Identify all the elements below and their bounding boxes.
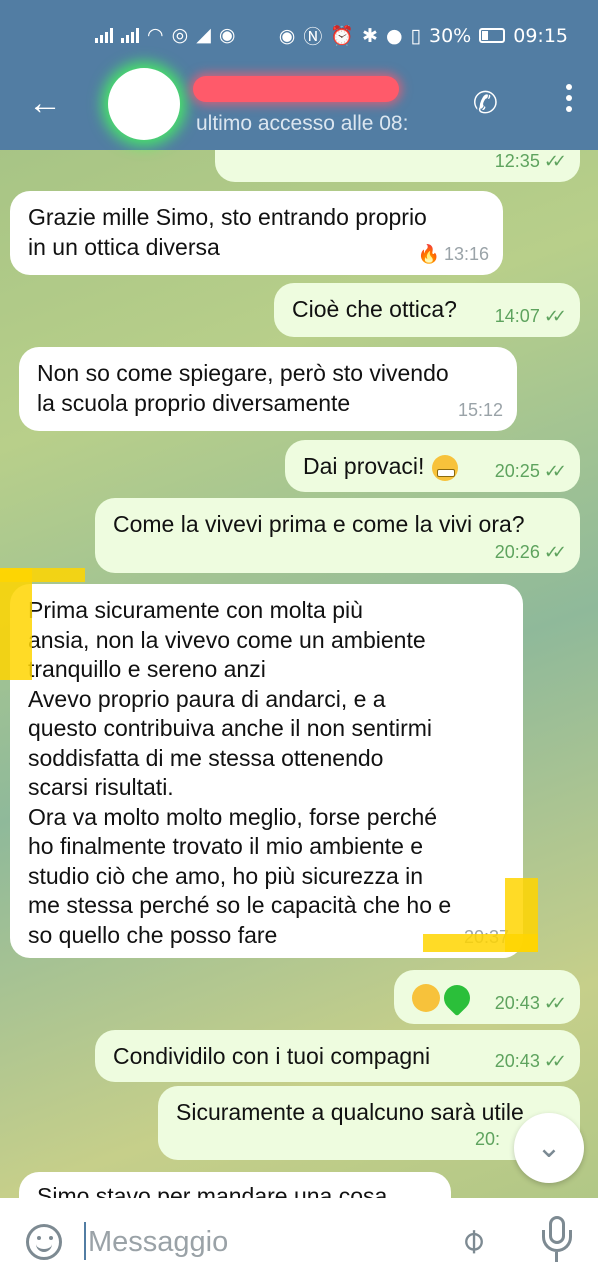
message-composer: ⌀ — [0, 1198, 598, 1280]
telegram-icon: ◢ — [196, 24, 211, 46]
signal-icon — [95, 27, 113, 43]
message-list[interactable]: 12:35 ✓✓ Grazie mille Simo, sto entrando … — [0, 150, 598, 1198]
read-checkmarks-icon: ✓✓ — [543, 150, 567, 171]
message-line: tranquillo e sereno anzi — [28, 656, 266, 682]
message-meta: 20: — [475, 1125, 500, 1155]
message-bubble-outgoing[interactable]: Cioè che ottica? 14:07 ✓✓ — [274, 283, 580, 337]
fire-reaction-icon[interactable]: 🔥 — [418, 240, 440, 270]
message-line: Grazie mille Simo, sto entrando proprio — [28, 204, 427, 230]
back-arrow-icon[interactable]: ← — [28, 86, 62, 120]
message-time: 20:26 — [494, 541, 540, 562]
read-checkmarks-icon: ✓✓ — [543, 541, 567, 562]
message-bubble-outgoing[interactable]: Dai provaci! 20:25 ✓✓ — [285, 440, 580, 492]
message-time: 20:43 — [494, 1050, 540, 1071]
message-line: Prima sicuramente con molta più — [28, 597, 363, 623]
message-time: 20:43 — [494, 992, 540, 1013]
relieved-face-icon — [412, 983, 440, 1012]
location-icon: ● — [385, 24, 403, 47]
message-line: Non so come spiegare, però sto vivendo — [37, 360, 449, 386]
wifi-icon: ◠ — [147, 24, 164, 46]
battery-percent: 30% — [429, 24, 472, 47]
status-icons-left: ◠ ◎ ◢ ◉ — [95, 24, 235, 46]
message-line: in un ottica diversa — [28, 233, 220, 260]
attachment-paperclip-icon[interactable]: ⌀ — [451, 1219, 494, 1262]
contact-name-redacted[interactable] — [193, 76, 399, 102]
battery-icon — [479, 28, 506, 43]
chat-header: ← ultimo accesso alle 08: ✆ — [0, 68, 598, 150]
message-time: 12:35 — [494, 150, 540, 171]
highlight-mark — [0, 568, 32, 680]
read-checkmarks-icon: ✓✓ — [543, 992, 567, 1013]
message-time: 13:16 — [443, 243, 489, 264]
message-meta: 20:25 ✓✓ — [494, 457, 567, 487]
eye-icon: ◉ — [278, 24, 296, 47]
message-line: ansia, non la vivevo come un ambiente — [28, 626, 426, 653]
message-input[interactable] — [88, 1222, 428, 1262]
status-bar: ◠ ◎ ◢ ◉ ◉ Ⓝ ⏰ ✱ ● ▯ 30% 09:15 — [0, 0, 598, 70]
bluetooth-icon: ✱ — [362, 24, 378, 47]
message-line: Sicuramente a qualcuno sarà utile — [176, 1099, 524, 1125]
message-meta: 20:43 ✓✓ — [494, 989, 567, 1019]
message-line: Avevo proprio paura di andarci, e a — [28, 685, 386, 712]
read-checkmarks-icon: ✓✓ — [543, 305, 567, 326]
green-heart-icon — [438, 979, 476, 1017]
last-seen-status: ultimo accesso alle 08: — [196, 112, 409, 135]
emoji-icon[interactable] — [26, 1224, 62, 1260]
clock: 09:15 — [513, 24, 568, 47]
grimacing-face-icon — [432, 454, 459, 481]
chevron-down-icon: ⌄ — [536, 1131, 562, 1164]
message-line: me stessa perché so le capacità che ho e — [28, 892, 452, 918]
message-line: soddisfatta di me stessa ottenendo — [28, 744, 384, 771]
text-caret — [84, 1222, 86, 1260]
message-time: 15:12 — [457, 399, 503, 420]
message-text: Dai provaci! — [303, 453, 425, 479]
message-bubble-incoming[interactable]: Prima sicuramente con molta più ansia, n… — [10, 584, 523, 958]
more-vert-icon[interactable] — [564, 84, 574, 117]
read-checkmarks-icon: ✓✓ — [543, 460, 567, 481]
microphone-icon[interactable] — [540, 1216, 574, 1266]
message-meta: 15:12 — [458, 396, 503, 426]
message-bubble-outgoing[interactable]: Condividilo con i tuoi compagni 20:43 ✓✓ — [95, 1030, 580, 1082]
signal-icon-2 — [121, 27, 139, 43]
message-line: Simo stavo per mandare una cosa — [37, 1183, 388, 1198]
message-bubble-outgoing[interactable]: 12:35 ✓✓ — [215, 150, 580, 182]
message-time: 20:25 — [494, 460, 540, 481]
message-line: Ora va molto molto meglio, forse perché — [28, 803, 438, 830]
message-line: questo contribuiva anche il non sentirmi — [28, 715, 433, 741]
message-bubble-incoming[interactable]: Grazie mille Simo, sto entrando proprio … — [10, 191, 503, 275]
message-line: la scuola proprio diversamente — [37, 389, 351, 416]
nfc-icon: Ⓝ — [303, 26, 323, 48]
message-line: Come la vivevi prima e come la vivi ora? — [113, 511, 525, 537]
message-meta: 🔥 13:16 — [418, 240, 489, 270]
alarm-icon: ⏰ — [330, 25, 355, 47]
message-bubble-incoming[interactable]: Simo stavo per mandare una cosa — [19, 1172, 451, 1198]
message-line: ho finalmente trovato il mio ambiente e — [28, 833, 424, 859]
messenger-icon: ◉ — [218, 24, 236, 46]
message-bubble-outgoing[interactable]: Come la vivevi prima e come la vivi ora?… — [95, 498, 580, 573]
message-bubble-outgoing[interactable]: 20:43 ✓✓ — [394, 970, 580, 1024]
read-checkmarks-icon: ✓✓ — [543, 1050, 567, 1071]
vibrate-icon: ▯ — [410, 24, 421, 47]
message-time: 20: — [474, 1128, 500, 1149]
message-line: studio ciò che amo, ho più sicurezza in — [28, 862, 424, 889]
scroll-to-bottom-button[interactable]: ⌄ — [514, 1113, 584, 1183]
instagram-icon: ◎ — [171, 24, 189, 46]
avatar[interactable] — [108, 68, 180, 140]
message-bubble-incoming[interactable]: Non so come spiegare, però sto vivendo l… — [19, 347, 517, 431]
status-icons-right: ◉ Ⓝ ⏰ ✱ ● ▯ 30% 09:15 — [279, 22, 568, 49]
message-meta: 14:07 ✓✓ — [494, 302, 567, 332]
message-time: 14:07 — [494, 305, 540, 326]
message-meta: 12:35 ✓✓ — [494, 150, 567, 176]
message-line: scarsi risultati. — [28, 774, 174, 800]
message-meta: 20:26 ✓✓ — [494, 538, 567, 568]
phone-call-icon[interactable]: ✆ — [473, 86, 498, 121]
message-meta: 20:43 ✓✓ — [494, 1047, 567, 1077]
highlight-mark — [505, 878, 538, 952]
